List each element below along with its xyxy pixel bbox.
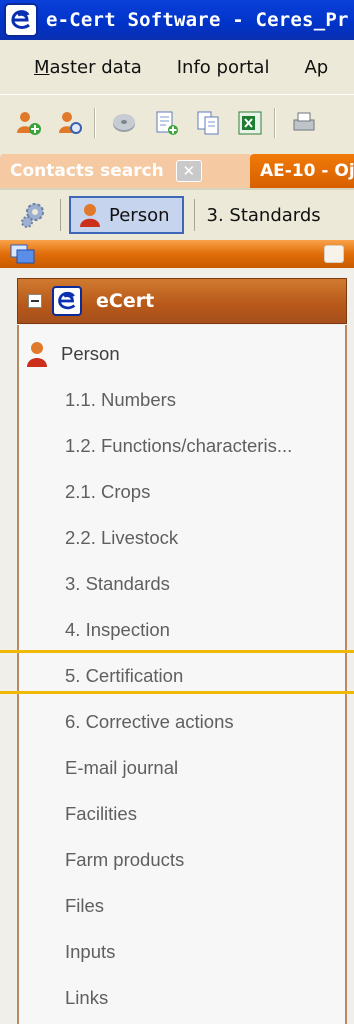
tree-item-inputs[interactable]: Inputs (19, 929, 345, 975)
tree-item-inspection[interactable]: 4. Inspection (19, 607, 345, 653)
disk-icon[interactable] (110, 109, 138, 137)
tree-item-label: 2.1. Crops (65, 481, 151, 502)
windows-icon[interactable] (10, 244, 36, 264)
window-titlebar: e-Cert Software - Ceres_Pr (0, 0, 354, 40)
tree-root-ecert[interactable]: eCert (17, 278, 347, 324)
toolbar (0, 94, 354, 150)
tree-root-label: eCert (96, 290, 155, 312)
tree-item-farm-products[interactable]: Farm products (19, 837, 345, 883)
close-icon[interactable]: ✕ (175, 160, 202, 182)
toolbar-separator (94, 107, 96, 138)
gear-icon[interactable] (18, 200, 48, 230)
tree-item-label: Inputs (65, 941, 116, 962)
tree-item-label: Files (65, 895, 105, 916)
tree-item-label: Farm products (65, 849, 185, 870)
new-document-icon[interactable] (152, 109, 180, 137)
tree-item-corrective-actions[interactable]: 6. Corrective actions (19, 699, 345, 745)
ecert-app-icon (4, 3, 38, 37)
tree-item-label: E-mail journal (65, 757, 179, 778)
collapse-icon[interactable] (28, 294, 42, 308)
highlight-line-bottom (0, 691, 354, 694)
tree-item-label: 4. Inspection (65, 619, 170, 640)
person-icon (27, 342, 47, 367)
tree-item-label: 1.1. Numbers (65, 389, 177, 410)
tree-item-crops[interactable]: 2.1. Crops (19, 469, 345, 515)
tree-item-standards[interactable]: 3. Standards (19, 561, 345, 607)
tree-item-email-journal[interactable]: E-mail journal (19, 745, 345, 791)
navigation-tree: Person 1.1. Numbers 1.2. Functions/chara… (17, 325, 347, 1024)
tab-ae-10[interactable]: AE-10 - Oj (250, 154, 354, 188)
add-person-icon[interactable] (14, 109, 42, 137)
menu-info-portal[interactable]: Info portal (177, 57, 270, 78)
navigation-header-bar (0, 240, 354, 268)
document-tabs: Contacts search ✕ AE-10 - Oj (0, 150, 354, 188)
tree-item-numbers[interactable]: 1.1. Numbers (19, 377, 345, 423)
tree-item-livestock[interactable]: 2.2. Livestock (19, 515, 345, 561)
tree-item-files[interactable]: Files (19, 883, 345, 929)
tree-item-label: Links (65, 987, 109, 1008)
tree-item-label: Person (61, 343, 120, 364)
tree-item-links[interactable]: Links (19, 975, 345, 1021)
person-icon (80, 204, 100, 227)
window-title: e-Cert Software - Ceres_Pr (46, 9, 349, 31)
excel-icon[interactable] (236, 109, 264, 137)
tab-contacts-search[interactable]: Contacts search ✕ (0, 154, 252, 188)
navigation-panel: eCert Person 1.1. Numbers 1.2. Functions… (0, 268, 354, 1024)
print-icon[interactable] (290, 109, 318, 137)
highlight-line-top (0, 650, 354, 653)
pin-icon[interactable] (324, 245, 344, 263)
tree-item-facilities[interactable]: Facilities (19, 791, 345, 837)
tree-item-label: Facilities (65, 803, 137, 824)
record-toolbar: Person 3. Standards (0, 188, 354, 240)
tree-item-person[interactable]: Person (19, 331, 345, 377)
tab-label: AE-10 - Oj (260, 161, 354, 181)
ecert-logo-icon (52, 286, 82, 316)
tree-item-label: 2.2. Livestock (65, 527, 179, 548)
menu-bar: Master data Info portal Ap (0, 40, 354, 94)
tree-item-label: 6. Corrective actions (65, 711, 234, 732)
menu-ap[interactable]: Ap (304, 57, 328, 78)
person-button[interactable]: Person (69, 196, 184, 234)
tab-label: Contacts search (10, 161, 164, 181)
copy-document-icon[interactable] (194, 109, 222, 137)
person-button-label: Person (109, 204, 170, 226)
tree-item-label: 5. Certification (65, 665, 184, 686)
toolbar-separator (274, 107, 276, 138)
menu-master-data[interactable]: Master data (34, 57, 142, 78)
tree-item-label: 3. Standards (65, 573, 170, 594)
tree-item-functions[interactable]: 1.2. Functions/characteris... (19, 423, 345, 469)
tree-item-label: 1.2. Functions/characteris... (65, 435, 293, 456)
search-person-icon[interactable] (56, 109, 84, 137)
toolbar-separator (60, 199, 61, 231)
standards-button[interactable]: 3. Standards (193, 199, 321, 231)
